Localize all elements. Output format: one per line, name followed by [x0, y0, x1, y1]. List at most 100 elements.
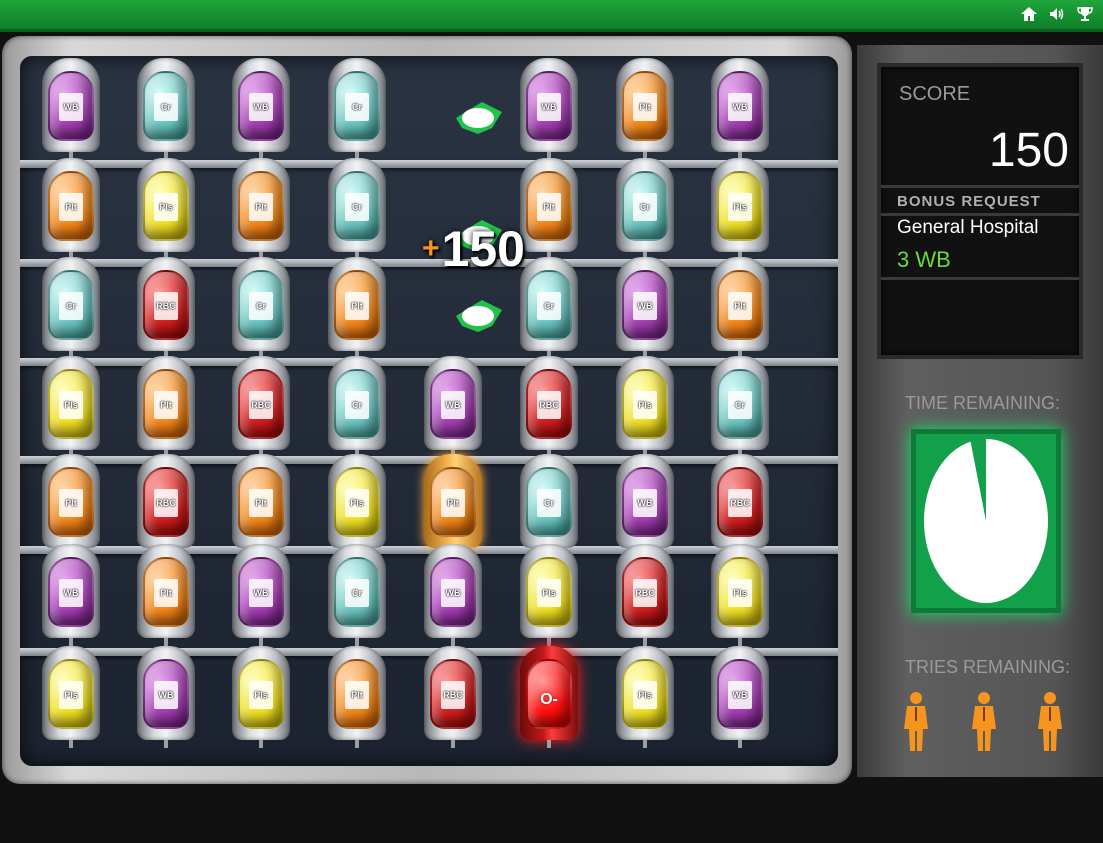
- blood-bag-tile[interactable]: RBC: [135, 454, 197, 556]
- blood-bag-tile[interactable]: RBC: [230, 356, 292, 458]
- blood-bag-tile[interactable]: RBC: [518, 356, 580, 458]
- bag-label: Cr: [728, 391, 752, 419]
- blood-bag-tile[interactable]: Plt: [709, 257, 771, 359]
- blood-bag-tile[interactable]: RBC: [135, 257, 197, 359]
- bag-label: Cr: [345, 391, 369, 419]
- blood-bag-tile[interactable]: Cr: [326, 158, 388, 260]
- blood-bag-tile[interactable]: WB: [709, 58, 771, 160]
- blood-bag-tile[interactable]: Plt: [230, 454, 292, 556]
- bag-label: Cr: [59, 292, 83, 320]
- blood-bag-tile[interactable]: Pls: [709, 158, 771, 260]
- bag-label: RBC: [154, 489, 178, 517]
- top-bar-icons: [1019, 4, 1095, 24]
- blood-bag-tile[interactable]: RBC: [614, 544, 676, 646]
- bag-label: WB: [154, 681, 178, 709]
- bag-label: Plt: [537, 193, 561, 221]
- bag-tube: [259, 638, 263, 646]
- blood-bag-tile[interactable]: WB: [230, 58, 292, 160]
- blood-bag-tile[interactable]: Cr: [230, 257, 292, 359]
- sound-icon[interactable]: [1047, 4, 1067, 24]
- bag-label: Cr: [249, 292, 273, 320]
- blood-bag-tile[interactable]: WB: [135, 646, 197, 748]
- blood-bag-tile[interactable]: WB: [230, 544, 292, 646]
- blood-bag-tile[interactable]: Plt: [40, 454, 102, 556]
- bag-label: WB: [537, 93, 561, 121]
- blood-bag-tile[interactable]: O-: [518, 646, 580, 748]
- divider: [881, 185, 1079, 188]
- bonus-quantity: 3 WB: [897, 247, 951, 272]
- bag-label: Plt: [345, 292, 369, 320]
- sparkle-effect: [456, 300, 502, 332]
- bag-tube: [69, 740, 73, 748]
- bag-label: Plt: [59, 489, 83, 517]
- bag-label: Plt: [441, 489, 465, 517]
- bag-label: WB: [441, 391, 465, 419]
- bag-label: Pls: [728, 579, 752, 607]
- blood-bag-tile[interactable]: Plt: [135, 544, 197, 646]
- bag-label: RBC: [154, 292, 178, 320]
- blood-bag-tile[interactable]: Pls: [709, 544, 771, 646]
- blood-bag-tile[interactable]: Plt: [614, 58, 676, 160]
- blood-bag-tile[interactable]: Cr: [326, 58, 388, 160]
- bag-tube: [164, 638, 168, 646]
- blood-bag-tile[interactable]: Cr: [518, 257, 580, 359]
- blood-bag-tile[interactable]: Pls: [135, 158, 197, 260]
- bag-tube: [451, 740, 455, 748]
- blood-bag-tile[interactable]: RBC: [422, 646, 484, 748]
- blood-bag-tile[interactable]: Cr: [326, 544, 388, 646]
- blood-bag-tile[interactable]: Pls: [40, 356, 102, 458]
- bag-tube: [643, 638, 647, 646]
- side-panel: SCORE 150 BONUS REQUEST General Hospital…: [857, 45, 1103, 777]
- home-icon[interactable]: [1019, 4, 1039, 24]
- sparkle-effect: [456, 102, 502, 134]
- blood-bag-tile[interactable]: Pls: [326, 454, 388, 556]
- blood-bag-tile[interactable]: Pls: [614, 646, 676, 748]
- blood-bag-tile[interactable]: Plt: [326, 646, 388, 748]
- bag-label: Pls: [537, 579, 561, 607]
- blood-bag-tile[interactable]: Plt: [40, 158, 102, 260]
- blood-bag-tile[interactable]: Cr: [614, 158, 676, 260]
- blood-bag-tile[interactable]: Plt: [326, 257, 388, 359]
- blood-bag-tile[interactable]: Plt: [422, 454, 484, 556]
- blood-bag-tile[interactable]: RBC: [709, 454, 771, 556]
- blood-bag-tile[interactable]: Pls: [40, 646, 102, 748]
- bag-label: Pls: [59, 391, 83, 419]
- blood-bag-tile[interactable]: WB: [518, 58, 580, 160]
- blood-bag-tile[interactable]: Plt: [518, 158, 580, 260]
- score-popup-plus: +: [422, 232, 440, 265]
- blood-bag-tile[interactable]: WB: [422, 544, 484, 646]
- blood-bag-tile[interactable]: Cr: [518, 454, 580, 556]
- bag-tube: [355, 638, 359, 646]
- blood-bag-tile[interactable]: Plt: [230, 158, 292, 260]
- blood-bag-tile[interactable]: Pls: [518, 544, 580, 646]
- bag-tube: [547, 638, 551, 646]
- trophy-icon[interactable]: [1075, 4, 1095, 24]
- divider: [881, 213, 1079, 216]
- blood-bag-tile[interactable]: WB: [422, 356, 484, 458]
- blood-bag-tile[interactable]: WB: [614, 257, 676, 359]
- bonus-hospital-name: General Hospital: [897, 217, 1039, 238]
- blood-bag-tile[interactable]: Cr: [135, 58, 197, 160]
- blood-bag-tile[interactable]: Cr: [709, 356, 771, 458]
- bag-label: WB: [633, 292, 657, 320]
- game-board-frame: WB Cr WB Cr WB Plt WB Plt Pls Plt Cr Plt Cr Pls Cr RBC C…: [2, 36, 852, 784]
- bag-label: O-: [540, 691, 558, 708]
- game-board: WB Cr WB Cr WB Plt WB Plt Pls Plt Cr Plt Cr Pls Cr RBC C…: [20, 56, 838, 766]
- bag-label: Pls: [249, 681, 273, 709]
- blood-bag-tile[interactable]: WB: [709, 646, 771, 748]
- score-label: SCORE: [899, 83, 971, 105]
- blood-bag-tile[interactable]: Pls: [614, 356, 676, 458]
- blood-bag-tile[interactable]: Plt: [135, 356, 197, 458]
- blood-bag-tile[interactable]: Pls: [230, 646, 292, 748]
- time-remaining-label: TIME REMAINING:: [905, 393, 1061, 413]
- bag-label: Plt: [249, 489, 273, 517]
- bag-label: RBC: [441, 681, 465, 709]
- bag-label: Cr: [154, 93, 178, 121]
- bag-label: WB: [728, 681, 752, 709]
- blood-bag-tile[interactable]: Cr: [40, 257, 102, 359]
- blood-bag-tile[interactable]: Cr: [326, 356, 388, 458]
- blood-bag-tile[interactable]: WB: [614, 454, 676, 556]
- blood-bag-tile[interactable]: WB: [40, 58, 102, 160]
- blood-bag-tile[interactable]: WB: [40, 544, 102, 646]
- score-value: 150: [988, 124, 1069, 177]
